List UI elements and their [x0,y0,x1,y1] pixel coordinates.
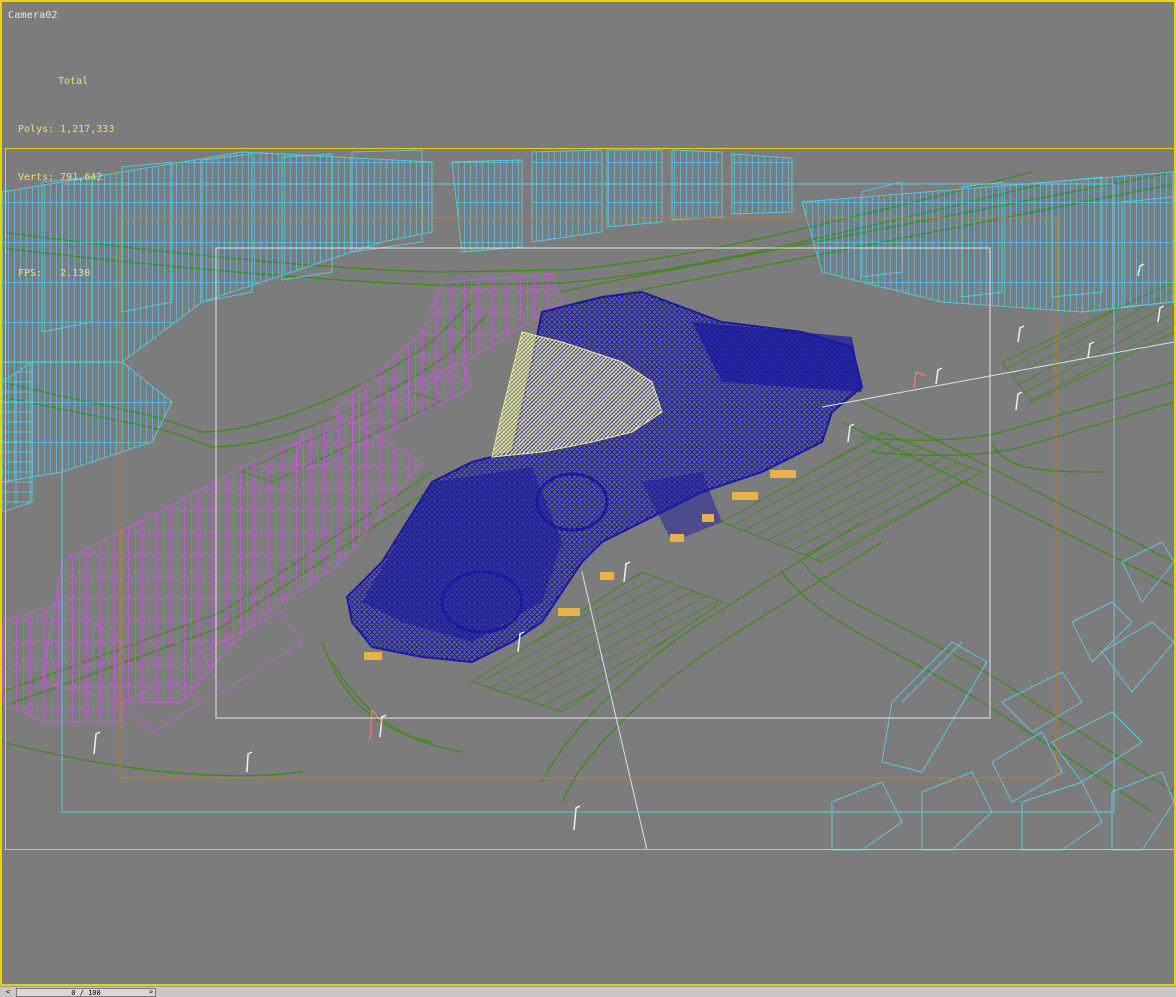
time-slider-bar: < 0 / 100 > [0,986,1176,997]
fps-value: 2.130 [60,268,91,279]
fps-label: FPS: [18,268,43,279]
camera-viewport[interactable]: Camera02 Total Polys: 1,217,333 Verts: 7… [0,0,1176,986]
stats-header: Total [58,76,89,87]
verts-value: 791,642 [60,172,103,183]
background-buildings-lower-right [831,541,1174,851]
wireframe-scene[interactable] [2,2,1174,984]
background-buildings-right [801,171,1174,313]
verts-label: Verts: [18,172,55,183]
background-buildings-center [451,149,793,253]
viewport-statistics: Total Polys: 1,217,333 Verts: 791,642 FP… [18,42,114,314]
viewport-camera-label[interactable]: Camera02 [8,10,58,21]
polys-label: Polys: [18,124,55,135]
polys-value: 1,217,333 [60,124,115,135]
